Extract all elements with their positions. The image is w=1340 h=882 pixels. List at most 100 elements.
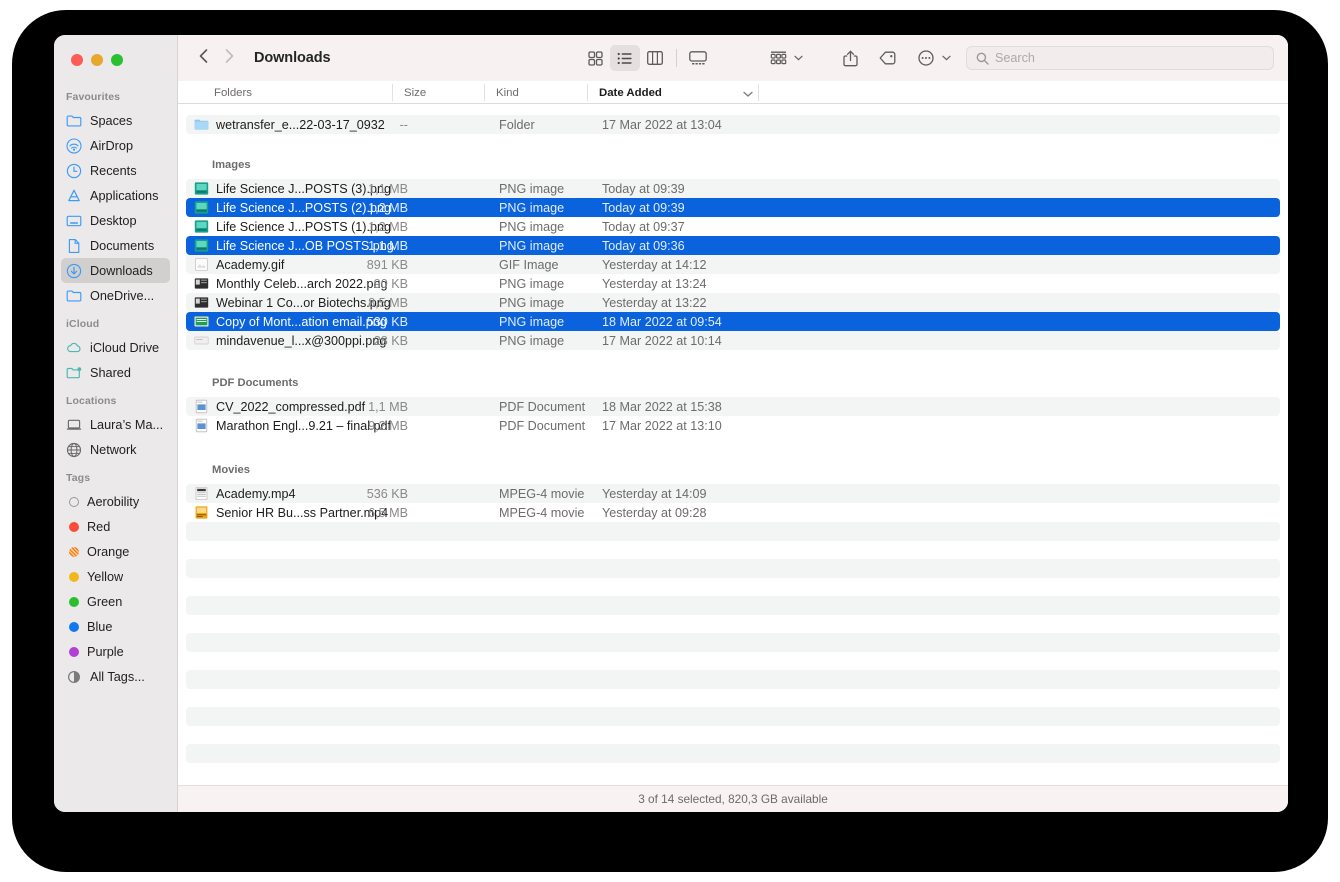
sidebar-item-airdrop[interactable]: AirDrop [61, 133, 170, 158]
column-divider[interactable] [392, 84, 393, 101]
group-by-control[interactable] [763, 45, 803, 71]
downloads-icon [66, 263, 82, 279]
table-row[interactable]: CV_2022_compressed.pdf1,1 MBPDF Document… [186, 397, 1280, 416]
file-list[interactable]: ImagesPDF DocumentsMovieswetransfer_e...… [178, 104, 1288, 785]
all-tags-icon [66, 669, 82, 685]
column-view-button[interactable] [640, 45, 670, 71]
sidebar-item-shared[interactable]: Shared [61, 360, 170, 385]
table-row[interactable]: Monthly Celeb...arch 2022.png90 KBPNG im… [186, 274, 1280, 293]
sidebar-item-purple[interactable]: Purple [61, 639, 170, 664]
table-row[interactable]: wetransfer_e...22-03-17_0932--Folder17 M… [186, 115, 1280, 134]
forward-button[interactable] [216, 48, 242, 69]
column-header-kind[interactable]: Kind [496, 81, 519, 104]
file-type-icon [194, 486, 209, 501]
icon-view-button[interactable] [580, 45, 610, 71]
sidebar-item-label: Green [87, 595, 122, 609]
table-row[interactable]: Academy.mp4536 KBMPEG-4 movieYesterday a… [186, 484, 1280, 503]
chevron-down-icon [794, 53, 803, 63]
column-header-date-added[interactable]: Date Added [599, 81, 662, 104]
column-header-size[interactable]: Size [404, 81, 426, 104]
table-row[interactable]: Copy of Mont...ation email.png530 KBPNG … [186, 312, 1280, 331]
status-text: 3 of 14 selected, 820,3 GB available [638, 792, 828, 806]
file-name-cell[interactable]: Academy.gif [194, 255, 284, 274]
sidebar-item-all-tags[interactable]: All Tags... [61, 664, 170, 689]
column-header-folders[interactable]: Folders [214, 81, 252, 104]
file-size-cell: 536 KB [344, 484, 408, 503]
file-size-cell: 9,2 MB [344, 416, 408, 435]
file-date-cell: Yesterday at 14:09 [602, 484, 707, 503]
sidebar-item-red[interactable]: Red [61, 514, 170, 539]
file-type-icon [194, 418, 209, 433]
sidebar-item-label: Blue [87, 620, 112, 634]
sidebar-item-label: Desktop [90, 214, 137, 228]
grid-icon [588, 51, 603, 66]
table-row[interactable]: Marathon Engl...9.21 – final.pdf9,2 MBPD… [186, 416, 1280, 435]
file-date-cell: Today at 09:37 [602, 217, 685, 236]
table-row[interactable]: Senior HR Bu...ss Partner.mp46,5 MBMPEG-… [186, 503, 1280, 522]
folder-icon [66, 113, 82, 129]
sidebar-item-recents[interactable]: Recents [61, 158, 170, 183]
table-row[interactable]: Life Science J...POSTS (2).png1,2 MBPNG … [186, 198, 1280, 217]
sidebar-item-label: Spaces [90, 114, 132, 128]
file-kind-cell: PNG image [499, 331, 564, 350]
back-button[interactable] [190, 48, 216, 69]
sidebar-item-label: Laura’s Ma... [90, 418, 163, 432]
sidebar-item-desktop[interactable]: Desktop [61, 208, 170, 233]
group-by-button[interactable] [763, 45, 793, 71]
more-actions-button[interactable] [911, 45, 941, 71]
column-divider[interactable] [587, 84, 588, 101]
close-button[interactable] [71, 54, 83, 66]
file-kind-cell: PNG image [499, 274, 564, 293]
sidebar-item-documents[interactable]: Documents [61, 233, 170, 258]
sidebar-item-label: iCloud Drive [90, 341, 159, 355]
sidebar-item-label: Applications [90, 189, 158, 203]
tag-button[interactable] [872, 45, 902, 71]
more-actions-control[interactable] [911, 45, 951, 71]
sidebar-item-icloud-drive[interactable]: iCloud Drive [61, 335, 170, 360]
status-bar: 3 of 14 selected, 820,3 GB available [178, 785, 1288, 812]
sidebar-item-label: Recents [90, 164, 137, 178]
file-date-cell: 18 Mar 2022 at 15:38 [602, 397, 722, 416]
sidebar-item-downloads[interactable]: Downloads [61, 258, 170, 283]
sidebar-item-yellow[interactable]: Yellow [61, 564, 170, 589]
tag-dot-icon [69, 522, 79, 532]
search-field[interactable]: Search [966, 46, 1274, 70]
sidebar-item-spaces[interactable]: Spaces [61, 108, 170, 133]
file-name-cell[interactable]: CV_2022_compressed.pdf [194, 397, 365, 416]
zoom-button[interactable] [111, 54, 123, 66]
sidebar-item-green[interactable]: Green [61, 589, 170, 614]
sidebar-item-orange[interactable]: Orange [61, 539, 170, 564]
sidebar-item-onedrive[interactable]: OneDrive... [61, 283, 170, 308]
list-icon [617, 51, 633, 66]
applications-icon [66, 188, 82, 204]
window-controls [54, 35, 177, 81]
table-row[interactable]: Life Science J...POSTS (1).png1,2 MBPNG … [186, 217, 1280, 236]
table-row[interactable]: Webinar 1 Co...or Biotechs.png8,5 MBPNG … [186, 293, 1280, 312]
column-header-label: Kind [496, 87, 519, 99]
sidebar-item-blue[interactable]: Blue [61, 614, 170, 639]
file-kind-cell: GIF Image [499, 255, 559, 274]
table-row[interactable]: Life Science J...OB POSTS.png1,1 MBPNG i… [186, 236, 1280, 255]
column-divider[interactable] [758, 84, 759, 101]
sidebar-item-aerobility[interactable]: Aerobility [61, 489, 170, 514]
table-row[interactable]: Academy.gif891 KBGIF ImageYesterday at 1… [186, 255, 1280, 274]
file-kind-cell: PNG image [499, 217, 564, 236]
sidebar-item-laura-s-ma[interactable]: Laura’s Ma... [61, 412, 170, 437]
search-placeholder: Search [995, 51, 1035, 65]
minimize-button[interactable] [91, 54, 103, 66]
empty-row [186, 559, 1280, 578]
file-kind-cell: PNG image [499, 293, 564, 312]
tag-dot-icon [69, 572, 79, 582]
table-row[interactable]: mindavenue_l...x@300ppi.png28 KBPNG imag… [186, 331, 1280, 350]
empty-row [186, 744, 1280, 763]
file-size-cell: 1,2 MB [344, 198, 408, 217]
column-divider[interactable] [484, 84, 485, 101]
file-name-cell[interactable]: Academy.mp4 [194, 484, 296, 503]
sidebar-item-network[interactable]: Network [61, 437, 170, 462]
gallery-view-button[interactable] [683, 45, 713, 71]
table-row[interactable]: Life Science J...POSTS (3).png1,1 MBPNG … [186, 179, 1280, 198]
sidebar-item-applications[interactable]: Applications [61, 183, 170, 208]
sort-chevron-down-icon[interactable] [743, 89, 753, 101]
share-button[interactable] [835, 45, 865, 71]
list-view-button[interactable] [610, 45, 640, 71]
